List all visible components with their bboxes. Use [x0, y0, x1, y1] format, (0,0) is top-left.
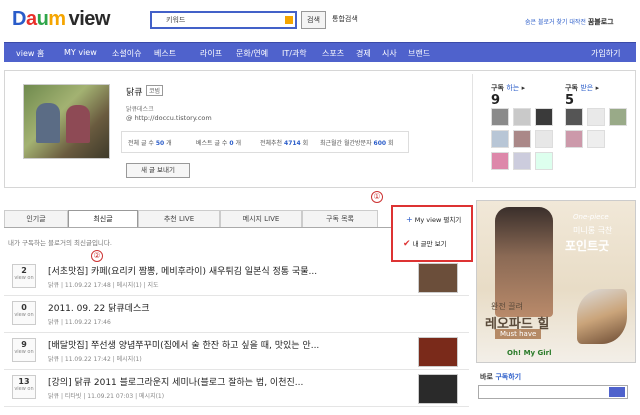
- promo-tagline[interactable]: 숨은 블로거 찾기 대작전 꿈블로그: [525, 17, 614, 27]
- subscribe-go-button[interactable]: [609, 387, 625, 397]
- post-title[interactable]: [강의] 닭큐 2011 블로그라운지 세미나(블로그 잘하는 법, 이천진..…: [48, 375, 303, 388]
- nav-social-issue[interactable]: 소셜이슈: [112, 48, 141, 59]
- stat-best-posts: 베스트 글 수 0 개: [196, 140, 241, 147]
- avatar[interactable]: [513, 152, 531, 170]
- post-title[interactable]: [배달맛집] 쭈선생 양념쭈꾸미(집에서 술 한잔 하고 싶을 때, 맛있는 안…: [48, 338, 319, 351]
- show-my-posts-option[interactable]: ✔ 내 글만 보기: [403, 238, 447, 249]
- nav-culture[interactable]: 문화/연예: [236, 48, 268, 59]
- nav-current-affairs[interactable]: 시사: [382, 48, 397, 59]
- avatar[interactable]: [587, 130, 605, 148]
- ad-text: One-piece: [573, 213, 609, 221]
- daum-view-logo[interactable]: Daum view: [12, 8, 110, 31]
- advertisement-banner[interactable]: One-piece 미니롱 극찬 포인트굿 완전 끌려 레오파드 힐 Must …: [476, 200, 636, 363]
- search-button[interactable]: 검색: [301, 11, 326, 29]
- profile-photo: [23, 84, 110, 159]
- search-dropdown-icon[interactable]: [285, 16, 293, 24]
- subscribing-column: 구독 하는 ▸ 9: [491, 83, 557, 174]
- view-count-badge[interactable]: 9 view on: [12, 338, 36, 362]
- tab-recommend-live[interactable]: 추천 LIVE: [138, 210, 220, 227]
- ad-text: 미니롱 극찬: [573, 226, 613, 235]
- avatar[interactable]: [513, 108, 531, 126]
- search-box: [150, 11, 297, 29]
- plus-icon: +: [406, 215, 413, 224]
- ad-text: Must have: [495, 329, 542, 339]
- avatar[interactable]: [491, 152, 509, 170]
- tab-latest[interactable]: 최신글: [68, 210, 138, 228]
- post-meta: 닭큐 | 11.09.22 17:48 | 메시지(1) | 지도: [48, 282, 159, 289]
- post-title[interactable]: [서초맛집] 카페(요리키 짬뽕, 메비후라이) 새우튀김 일본식 정통 국물.…: [48, 264, 317, 277]
- expand-my-view-option[interactable]: + My view 펼치기: [406, 214, 461, 224]
- list-item[interactable]: 9 view on [배달맛집] 쭈선생 양념쭈꾸미(집에서 술 한잔 하고 싶을…: [4, 334, 469, 370]
- nav-economy[interactable]: 경제: [356, 48, 371, 59]
- stat-total-posts: 전체 글 수 50 개: [128, 140, 172, 147]
- profile-description: 닭큐데스크: [126, 106, 154, 113]
- tab-message-live[interactable]: 메시지 LIVE: [220, 210, 302, 227]
- subscribe-url-input[interactable]: [479, 386, 604, 398]
- profile-name[interactable]: 닭큐: [126, 85, 143, 98]
- nav-view-home[interactable]: view 홈: [16, 48, 44, 59]
- avatar[interactable]: [565, 130, 583, 148]
- signup-link[interactable]: 가입하기: [591, 48, 620, 59]
- send-post-button[interactable]: 새 글 보내기: [126, 163, 190, 178]
- view-count-badge[interactable]: 13 view on: [12, 375, 36, 399]
- post-thumbnail[interactable]: [418, 263, 458, 293]
- post-meta: 닭큐 | 11.09.22 17:46: [48, 319, 111, 326]
- checkmark-icon: ✔: [403, 239, 411, 249]
- tab-subscription-list[interactable]: 구독 목록: [302, 210, 378, 227]
- quick-subscribe-box: [478, 385, 628, 399]
- quick-subscribe-title: 바로 구독하기: [480, 373, 522, 381]
- post-title[interactable]: 2011. 09. 22 닭큐데스크: [48, 301, 150, 314]
- ad-text: 포인트굿: [565, 239, 610, 253]
- profile-badge: 코빔: [146, 85, 164, 96]
- profile-divider: [472, 74, 473, 182]
- avatar[interactable]: [535, 108, 553, 126]
- unified-search-link[interactable]: 통합검색: [332, 14, 358, 24]
- main-nav: view 홈 MY view 소셜이슈 베스트 라이프 문화/연예 IT/과학 …: [4, 42, 636, 62]
- list-item[interactable]: 0 view on 2011. 09. 22 닭큐데스크 닭큐 | 11.09.2…: [4, 297, 469, 333]
- profile-url[interactable]: @ http://doccu.tistory.com: [126, 114, 212, 122]
- shoe-image: [577, 289, 627, 344]
- avatar[interactable]: [587, 108, 605, 126]
- ad-text: 완전 끌려: [491, 302, 523, 311]
- subscribers-count: 5: [565, 93, 575, 108]
- view-count-badge[interactable]: 0 view on: [12, 301, 36, 325]
- subscribing-count: 9: [491, 93, 501, 108]
- nav-life[interactable]: 라이프: [200, 48, 222, 59]
- post-thumbnail[interactable]: [418, 337, 458, 367]
- nav-it-science[interactable]: IT/과학: [282, 48, 307, 59]
- profile-panel: 닭큐 코빔 닭큐데스크 @ http://doccu.tistory.com 전…: [4, 70, 636, 188]
- subscribers-column: 구독 받은 ▸ 5: [565, 83, 631, 152]
- list-item[interactable]: 2 view on [서초맛집] 카페(요리키 짬뽕, 메비후라이) 새우튀김 일…: [4, 260, 469, 296]
- post-meta: 닭큐 | 티타빗 | 11.09.21 07:03 | 메시지(1): [48, 393, 165, 400]
- avatar[interactable]: [535, 130, 553, 148]
- tab-description: 내가 구독하는 블로거의 최신글입니다.: [8, 239, 112, 247]
- avatar[interactable]: [491, 108, 509, 126]
- list-item[interactable]: 13 view on [강의] 닭큐 2011 블로그라운지 세미나(블로그 잘하…: [4, 371, 469, 407]
- stat-total-recommend: 전체추천 4714 회: [260, 140, 309, 147]
- nav-sports[interactable]: 스포츠: [322, 48, 344, 59]
- avatar[interactable]: [513, 130, 531, 148]
- subscribing-title[interactable]: 구독 하는 ▸: [491, 83, 557, 93]
- nav-brand[interactable]: 브랜드: [408, 48, 430, 59]
- profile-stats: 전체 글 수 50 개 베스트 글 수 0 개 전체추천 4714 회 최근월간…: [121, 131, 409, 153]
- top-header: Daumview 검색 통합검색 숨은 블로거 찾기 대작전 꿈블로그: [0, 0, 640, 40]
- view-count-badge[interactable]: 2 view on: [12, 264, 36, 288]
- avatar[interactable]: [491, 130, 509, 148]
- tab-popular[interactable]: 인기글: [4, 210, 68, 227]
- ad-brand-logo: Oh! My Girl: [507, 349, 552, 357]
- avatar[interactable]: [565, 108, 583, 126]
- post-meta: 닭큐 | 11.09.22 17:42 | 메시지(1): [48, 356, 142, 363]
- avatar[interactable]: [609, 108, 627, 126]
- post-thumbnail[interactable]: [418, 374, 458, 404]
- search-input[interactable]: [152, 13, 272, 27]
- subscribers-title[interactable]: 구독 받은 ▸: [565, 83, 631, 93]
- stat-monthly-visitors: 최근월간 월간방문자 600 회: [320, 140, 394, 147]
- annotation-marker-1: ①: [371, 191, 383, 203]
- avatar[interactable]: [535, 152, 553, 170]
- nav-my-view[interactable]: MY view: [64, 48, 97, 57]
- nav-best[interactable]: 베스트: [154, 48, 176, 59]
